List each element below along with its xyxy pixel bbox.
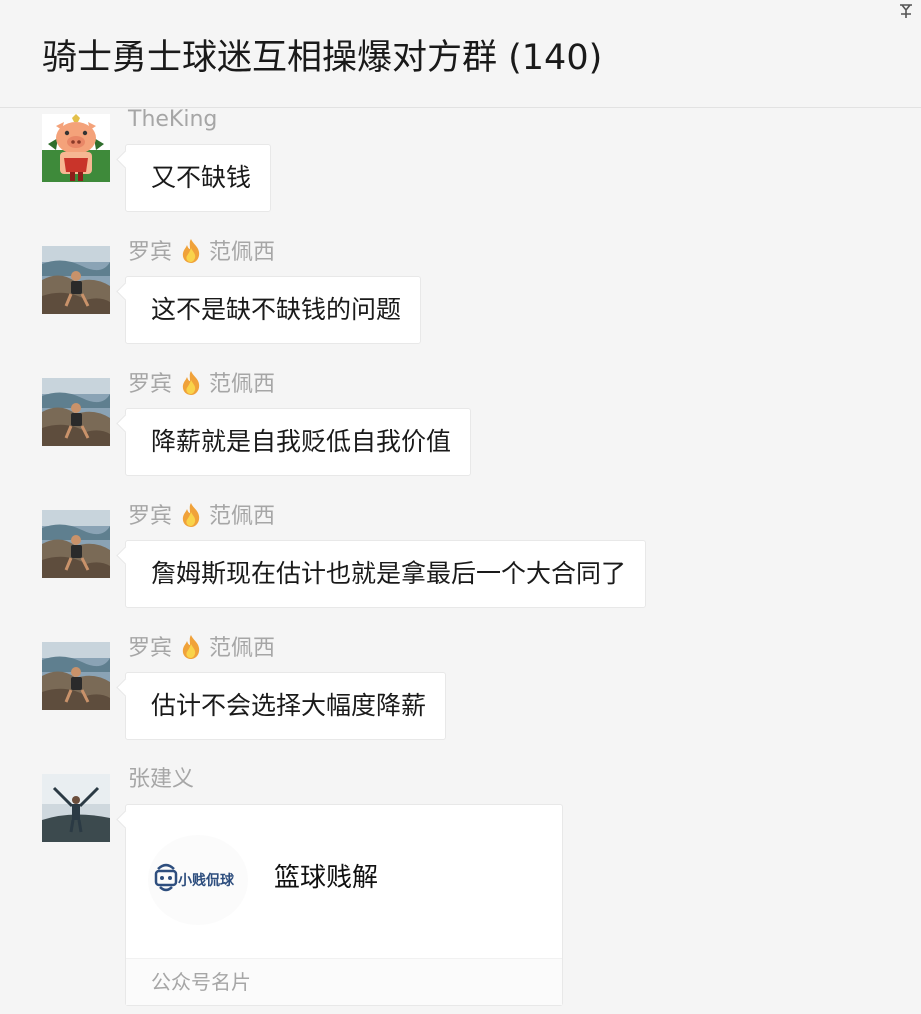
pin-icon-glyph	[900, 4, 912, 18]
avatar-photo[interactable]	[42, 774, 110, 842]
message-bubble[interactable]: 这不是缺不缺钱的问题	[125, 276, 422, 344]
fire-icon	[178, 502, 204, 536]
avatar-photo[interactable]	[42, 642, 110, 710]
message-bubble[interactable]: 估计不会选择大幅度降薪	[125, 672, 447, 740]
sender-name-primary: 罗宾	[128, 636, 173, 661]
chat-header: 骑士勇士球迷互相操爆对方群 (140)	[0, 0, 921, 108]
photo-avatar-image	[42, 774, 110, 842]
account-name: 篮球贱解	[274, 863, 379, 893]
sender-name-primary: 罗宾	[128, 240, 173, 265]
pin-icon[interactable]	[895, 2, 917, 24]
sender-name-suffix: 范佩西	[209, 636, 276, 661]
card-footer: 公众号名片	[126, 958, 562, 1005]
message-bubble[interactable]: 詹姆斯现在估计也就是拿最后一个大合同了	[125, 540, 647, 608]
chat-window: 骑士勇士球迷互相操爆对方群 (140) TheKing 又不缺钱 罗宾 范佩西 …	[0, 0, 921, 1014]
message-list[interactable]: TheKing 又不缺钱 罗宾 范佩西 这不是缺不缺钱的问题 罗宾 范佩西 降薪…	[0, 108, 921, 1014]
sender-name-suffix: 范佩西	[209, 240, 276, 265]
account-logo-image: 小贱侃球	[154, 863, 235, 892]
sender-name: 罗宾 范佩西	[128, 370, 275, 404]
avatar-photo[interactable]	[42, 510, 110, 578]
sender-name: TheKing	[128, 108, 217, 134]
photo-avatar-image	[42, 246, 110, 314]
sender-name: 罗宾 范佩西	[128, 238, 275, 272]
photo-avatar-image	[42, 510, 110, 578]
photo-avatar-image	[42, 642, 110, 710]
fire-icon	[178, 238, 204, 272]
sender-name-primary: 罗宾	[128, 372, 173, 397]
chat-title: 骑士勇士球迷互相操爆对方群 (140)	[42, 38, 603, 78]
account-logo: 小贱侃球	[148, 835, 248, 925]
photo-avatar-image	[42, 378, 110, 446]
avatar-photo[interactable]	[42, 246, 110, 314]
message-bubble[interactable]: 降薪就是自我贬低自我价值	[125, 408, 472, 476]
avatar-photo[interactable]	[42, 378, 110, 446]
sender-name-primary: 张建义	[128, 767, 195, 792]
official-account-card[interactable]: 小贱侃球 篮球贱解 公众号名片	[125, 804, 563, 1006]
sender-name: 张建义	[128, 766, 194, 794]
sender-name-primary: 罗宾	[128, 504, 173, 529]
card-type-label: 公众号名片	[151, 970, 251, 994]
cartoon-avatar-image	[42, 114, 110, 182]
sender-name-suffix: 范佩西	[209, 504, 276, 529]
message-bubble[interactable]: 又不缺钱	[125, 144, 272, 212]
sender-name: 罗宾 范佩西	[128, 634, 275, 668]
avatar-cartoon[interactable]	[42, 114, 110, 182]
sender-name-primary: TheKing	[128, 108, 218, 132]
sender-name: 罗宾 范佩西	[128, 502, 275, 536]
fire-icon	[178, 634, 204, 668]
account-logo-text: 小贱侃球	[178, 872, 235, 889]
sender-name-suffix: 范佩西	[209, 372, 276, 397]
fire-icon	[178, 370, 204, 404]
